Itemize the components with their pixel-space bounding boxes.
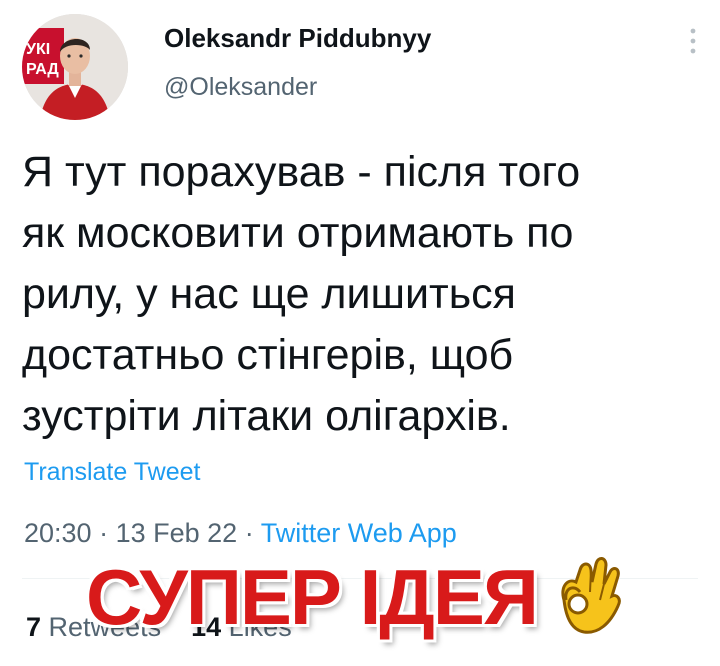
meta-separator: ·: [99, 518, 109, 548]
tweet-text-line: як московити отримають по: [22, 209, 574, 257]
display-name[interactable]: Oleksandr Piddubnyy: [164, 23, 431, 54]
more-options-icon[interactable]: [688, 26, 698, 56]
avatar-banner-text-bottom: РАД: [26, 61, 59, 78]
tweet-text: Я тут порахував - після того як московит…: [22, 142, 702, 447]
tweet-metadata: 20:30 · 13 Feb 22 · Twitter Web App: [24, 518, 457, 549]
translate-tweet-link[interactable]: Translate Tweet: [24, 458, 200, 487]
ok-hand-icon: [550, 548, 630, 640]
tweet-text-line: Я тут порахував - після того: [22, 148, 581, 196]
retweets-count: 7: [26, 612, 42, 642]
tweet-date[interactable]: 13 Feb 22: [116, 518, 238, 548]
tweet-text-line: рилу, у нас ще лишиться: [22, 270, 516, 318]
tweet-text-line: зустріти літаки олігархів.: [22, 392, 511, 440]
tweet-text-line: достатньо стінгерів, щоб: [22, 331, 514, 379]
avatar-banner-text-top: УКІ: [26, 41, 50, 58]
meta-separator: ·: [244, 518, 254, 548]
tweet-time[interactable]: 20:30: [24, 518, 92, 548]
profile-photo: УКІ РАД: [22, 14, 128, 120]
overlay-caption: СУПЕР ІДЕЯ: [86, 553, 539, 641]
tweet-source-link[interactable]: Twitter Web App: [261, 518, 457, 548]
user-handle[interactable]: @Oleksander: [164, 73, 317, 102]
avatar[interactable]: УКІ РАД: [22, 14, 128, 120]
tweet-card: УКІ РАД Oleksandr Piddubnyy @Oleksander …: [0, 0, 720, 666]
